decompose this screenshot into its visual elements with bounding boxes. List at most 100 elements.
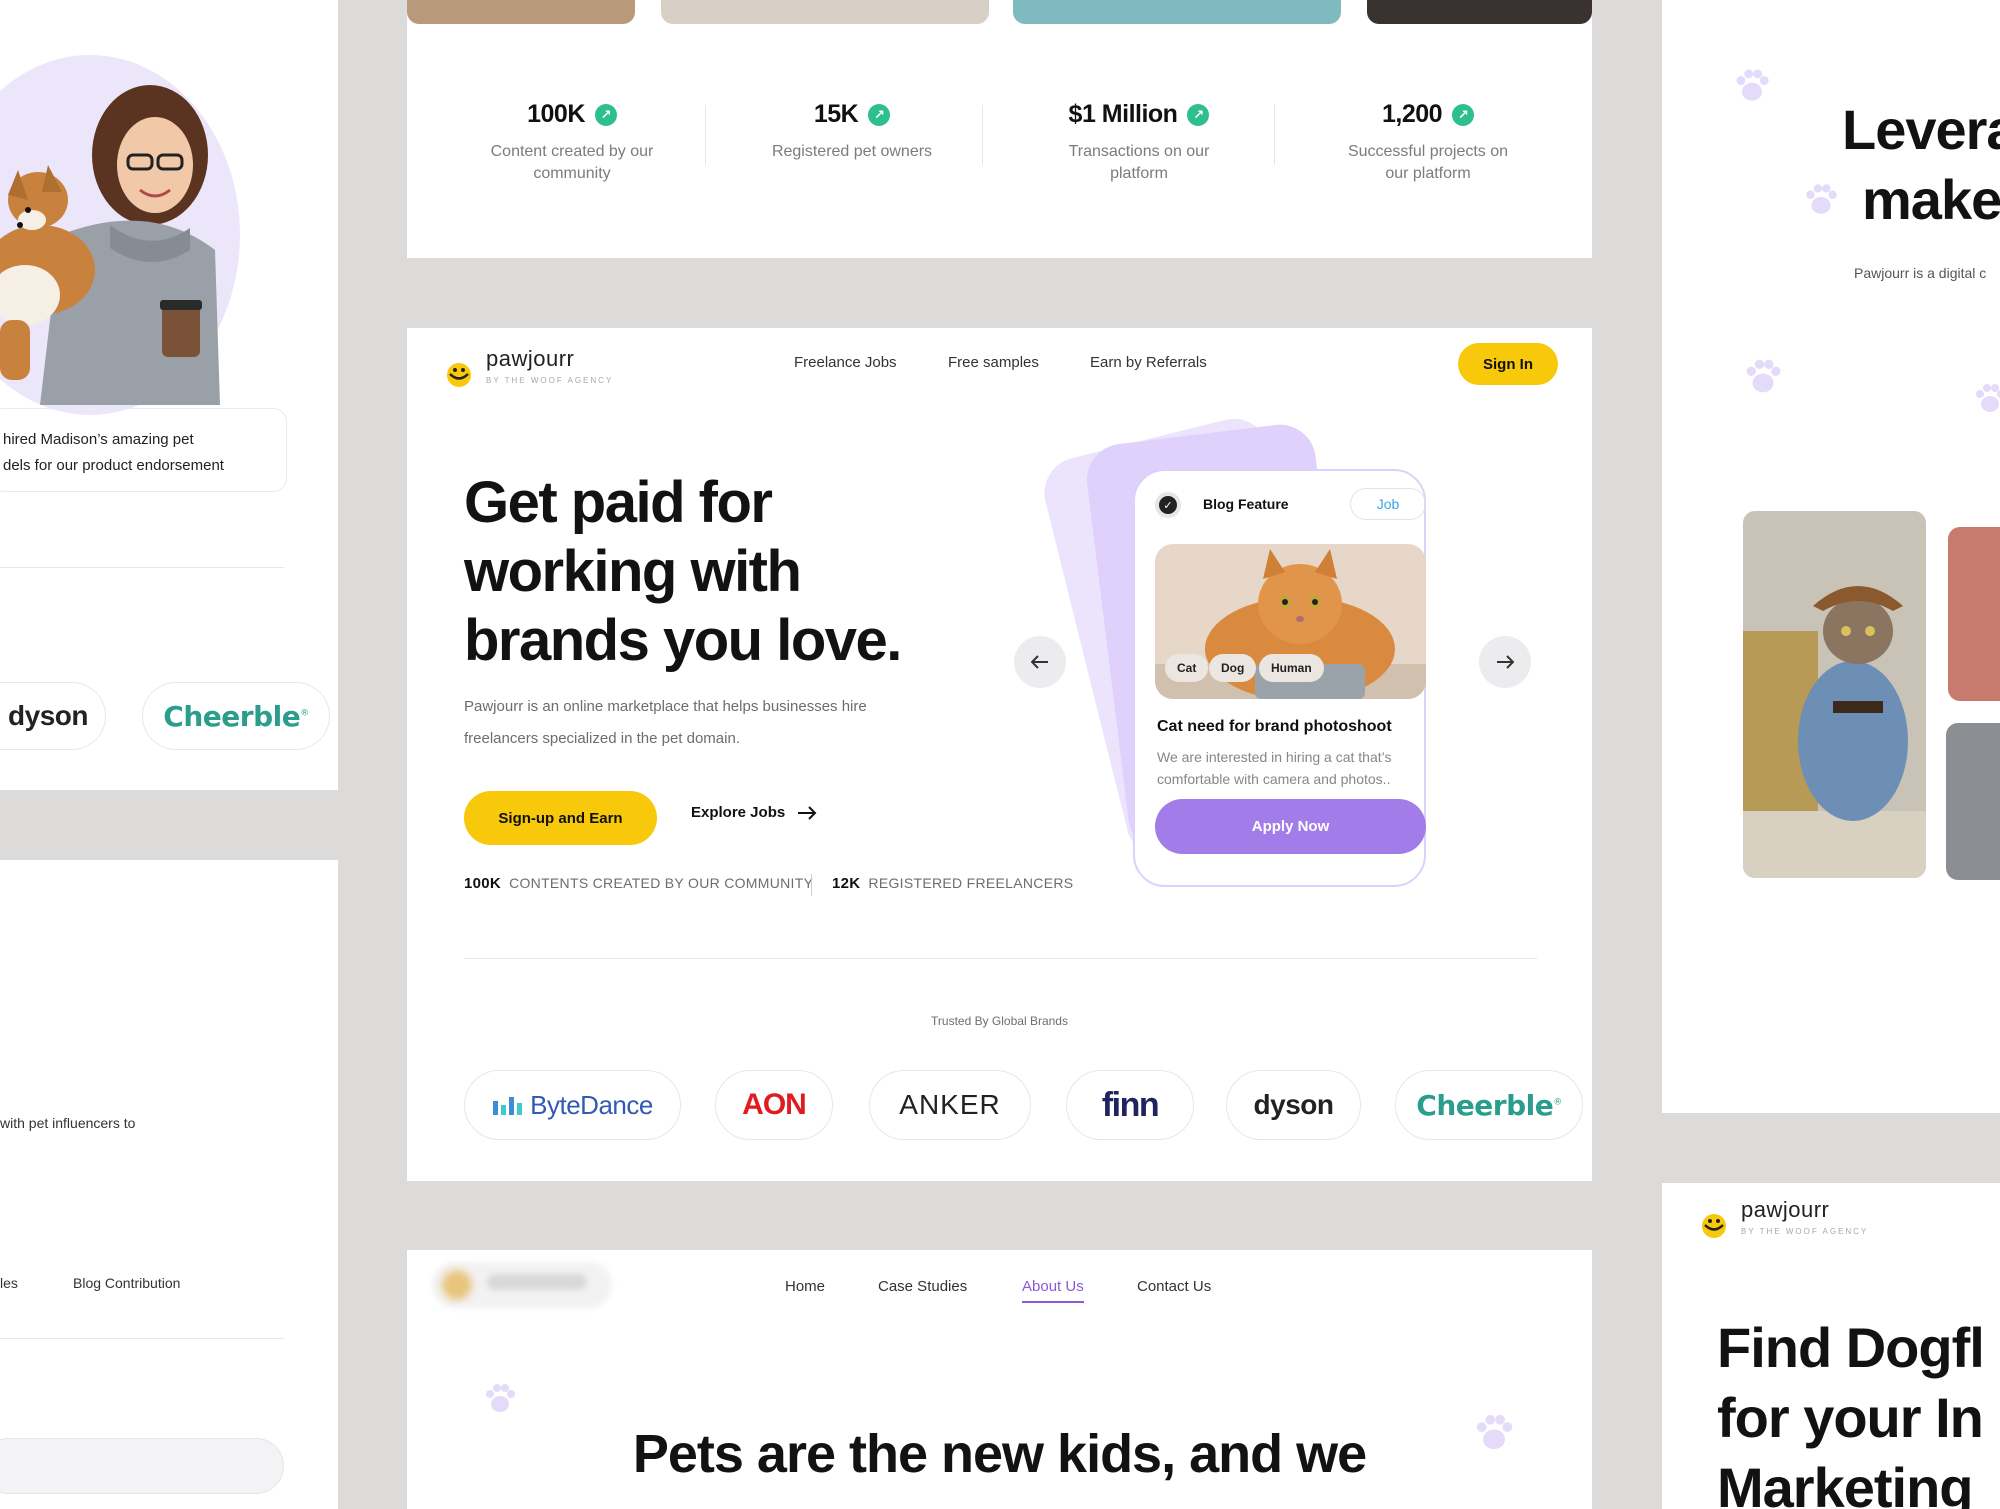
brand-logo-cheerble: Cheerble® xyxy=(142,682,330,750)
testimonial-line: hired Madison’s amazing pet xyxy=(3,431,194,448)
thumbnail-photo xyxy=(1013,0,1341,24)
explore-jobs-label: Explore Jobs xyxy=(691,804,786,821)
arrow-right-icon xyxy=(798,805,817,820)
thumbnail-photo xyxy=(1367,0,1592,24)
arrow-right-icon xyxy=(1497,655,1514,669)
nav-freelance-jobs[interactable]: Freelance Jobs xyxy=(794,354,897,371)
paw-print-icon xyxy=(1806,184,1837,214)
chip-human[interactable]: Human xyxy=(1259,654,1324,682)
explore-jobs-link[interactable]: Explore Jobs xyxy=(691,804,817,821)
thumbnail-photo xyxy=(661,0,989,24)
mini-stat-freelancers: 12K REGISTERED FREELANCERS xyxy=(832,875,1073,892)
stat-transactions: $1 Million ↗ Transactions on our platform xyxy=(1014,100,1264,185)
job-type-label: Blog Feature xyxy=(1203,496,1289,512)
stat-label: Content created by our community xyxy=(490,143,654,182)
stat-value: 100K xyxy=(527,100,585,128)
testimonial-card: hired Madison’s amazing pet dels for our… xyxy=(0,408,287,492)
brand-name: pawjourr xyxy=(486,346,575,371)
stat-separator xyxy=(705,105,706,165)
arrow-up-right-icon: ↗ xyxy=(1452,103,1475,126)
paw-print-icon xyxy=(1746,359,1781,393)
right-description: Pawjourr is a digital c xyxy=(1854,265,1987,281)
job-card[interactable]: ✓ Blog Feature Job Cat Dog Human Cat nee… xyxy=(1133,469,1426,887)
stat-successful-projects: 1,200 ↗ Successful projects on our platfo… xyxy=(1303,100,1553,185)
right-title: Levera make xyxy=(1842,95,2000,235)
apply-now-button[interactable]: Apply Now xyxy=(1155,799,1426,854)
paw-logo-icon xyxy=(447,363,471,387)
pet-product-photo xyxy=(1948,527,2000,701)
stat-separator xyxy=(1274,105,1275,165)
job-description-line: comfortable with camera and photos.. xyxy=(1157,771,1391,787)
brand-logo-bytedance: ByteDance xyxy=(464,1070,681,1140)
hero-title-line: working with xyxy=(464,539,802,604)
right-preview-panel-bottom: pawjourr BY THE WOOF AGENCY Find Dogfl f… xyxy=(1662,1183,2000,1509)
anker-text: ANKER xyxy=(899,1089,1001,1120)
dyson-logo-text: dyson xyxy=(8,700,88,731)
job-description-line: We are interested in hiring a cat that’s xyxy=(1157,749,1392,765)
arrow-up-right-icon: ↗ xyxy=(868,103,891,126)
blurred-logo-text xyxy=(487,1274,587,1290)
cheerble-text: Cheerble® xyxy=(1416,1088,1562,1122)
stat-label: Transactions on our platform xyxy=(1068,143,1210,182)
brand-logo-dyson: dyson xyxy=(0,682,106,750)
nav-item-fragment[interactable]: les xyxy=(0,1275,18,1291)
nav-home[interactable]: Home xyxy=(785,1278,825,1295)
brand-logo-cheerble: Cheerble® xyxy=(1395,1070,1583,1140)
brand-logo-dyson: dyson xyxy=(1226,1070,1361,1140)
nav-item-blog-contribution[interactable]: Blog Contribution xyxy=(73,1275,180,1291)
job-description: We are interested in hiring a cat that’s… xyxy=(1157,746,1427,790)
nav-earn-by-referrals[interactable]: Earn by Referrals xyxy=(1090,354,1207,371)
right-bottom-title-line: Find Dogfl xyxy=(1717,1316,1985,1379)
stat-value: 1,200 xyxy=(1381,100,1443,128)
right-bottom-title-line: Marketing xyxy=(1717,1456,1973,1509)
carousel-next-button[interactable] xyxy=(1479,636,1531,688)
dyson-text: dyson xyxy=(1253,1089,1334,1120)
search-input[interactable] xyxy=(0,1438,284,1494)
arrow-up-right-icon: ↗ xyxy=(594,103,617,126)
paw-print-icon xyxy=(1976,384,2000,412)
left-preview-panel: hired Madison’s amazing pet dels for our… xyxy=(0,0,338,790)
brand-logo-finn: finn xyxy=(1066,1070,1194,1140)
nav-free-samples[interactable]: Free samples xyxy=(948,354,1039,371)
mini-stat-separator xyxy=(811,874,812,896)
hero-description-line: freelancers specialized in the pet domai… xyxy=(464,730,740,747)
nav-case-studies[interactable]: Case Studies xyxy=(878,1278,967,1295)
right-preview-panel: Levera make Pawjourr is a digital c xyxy=(1662,0,2000,1113)
mini-stat-contents: 100K CONTENTS CREATED BY OUR COMMUNITY xyxy=(464,875,813,892)
carousel-prev-button[interactable] xyxy=(1014,636,1066,688)
brand-logo[interactable]: pawjourr BY THE WOOF AGENCY xyxy=(1697,1197,1868,1241)
chip-dog[interactable]: Dog xyxy=(1209,654,1257,682)
hero-description-line: Pawjourr is an online marketplace that h… xyxy=(464,698,867,715)
cheerble-logo-text: Cheerble® xyxy=(163,699,309,733)
stat-value: $1 Million xyxy=(1068,100,1178,128)
mini-stat-value: 100K xyxy=(464,875,502,892)
mini-stat-label: CONTENTS CREATED BY OUR COMMUNITY xyxy=(509,875,814,891)
brand-logo[interactable]: pawjourr BY THE WOOF AGENCY xyxy=(442,346,613,390)
stats-section: 100K ↗ Content created by our community 1… xyxy=(407,0,1592,258)
stat-content-created: 100K ↗ Content created by our community xyxy=(447,100,697,185)
brand-name: pawjourr xyxy=(1741,1197,1830,1222)
stat-registered-owners: 15K ↗ Registered pet owners xyxy=(727,100,977,163)
sign-up-earn-button[interactable]: Sign-up and Earn xyxy=(464,791,657,845)
stat-value: 15K xyxy=(813,100,859,128)
woman-with-dog-photo xyxy=(0,85,220,405)
nav-about-us[interactable]: About Us xyxy=(1022,1278,1084,1303)
paw-print-icon xyxy=(486,1384,515,1412)
cowboy-cat-photo xyxy=(1743,511,1926,878)
aon-text: AON xyxy=(742,1088,807,1121)
about-title: Pets are the new kids, and we xyxy=(632,1424,1367,1484)
nav-contact-us[interactable]: Contact Us xyxy=(1137,1278,1211,1295)
hero-section: pawjourr BY THE WOOF AGENCY Freelance Jo… xyxy=(407,328,1592,1181)
bytedance-icon xyxy=(493,1097,523,1115)
sign-in-button[interactable]: Sign In xyxy=(1458,343,1558,385)
hero-title-line: Get paid for xyxy=(464,470,773,535)
chip-cat[interactable]: Cat xyxy=(1165,654,1209,682)
divider xyxy=(464,958,1537,959)
right-title-line: Levera xyxy=(1842,98,2000,161)
divider xyxy=(0,1338,284,1339)
right-bottom-title: Find Dogfl for your In Marketing xyxy=(1717,1313,1985,1509)
bytedance-text: ByteDance xyxy=(530,1089,653,1120)
about-page-preview: Home Case Studies About Us Contact Us Pe… xyxy=(407,1250,1592,1509)
hero-title-line: brands you love. xyxy=(464,608,902,673)
right-bottom-title-line: for your In xyxy=(1717,1386,1984,1449)
